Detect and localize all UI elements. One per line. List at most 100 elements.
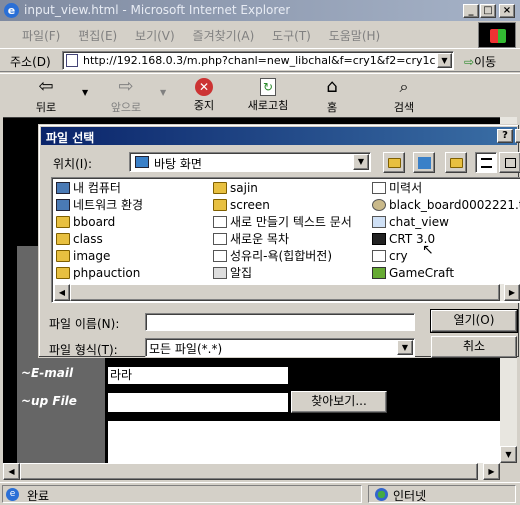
filename-input[interactable] <box>145 313 415 331</box>
cancel-button[interactable]: 취소 <box>431 336 517 358</box>
file-item[interactable]: phpauction <box>56 265 140 282</box>
file-item[interactable]: 미력서 <box>372 180 422 197</box>
status-zone-text: 인터넷 <box>393 489 427 503</box>
file-item[interactable]: 새로 만들기 텍스트 문서 <box>213 214 352 231</box>
menu-tools[interactable]: 도구(T) <box>272 29 311 43</box>
ie-icon: e <box>4 3 19 18</box>
dialog-close-button[interactable]: × <box>515 129 520 143</box>
back-button[interactable]: ⇦ 뒤로 <box>18 78 74 115</box>
address-dropdown-button[interactable]: ▼ <box>437 53 452 68</box>
computer-icon <box>56 182 70 194</box>
upload-input[interactable] <box>108 393 288 412</box>
menu-edit[interactable]: 편집(E) <box>78 29 117 43</box>
forward-arrow-icon: ⇨ <box>118 76 134 97</box>
file-item[interactable]: bboard <box>56 214 115 231</box>
page-done-icon: e <box>6 488 19 501</box>
menu-bar: 파일(F) 편집(E) 보기(V) 즐겨찾기(A) 도구(T) 도움말(H) <box>0 23 478 45</box>
folder-icon <box>213 182 227 194</box>
status-text: 완료 <box>27 489 50 503</box>
home-button[interactable]: ⌂ 홈 <box>304 78 360 115</box>
text-file-icon <box>213 233 227 245</box>
details-view-button[interactable] <box>499 152 520 173</box>
file-item[interactable]: black_board0002221.tar <box>372 197 520 214</box>
details-view-icon <box>505 158 516 168</box>
list-view-button[interactable] <box>475 152 497 173</box>
status-zone: 인터넷 <box>368 485 516 503</box>
file-item[interactable]: 내 컴퓨터 <box>56 180 121 197</box>
title-bar: e input_view.html - Microsoft Internet E… <box>0 0 520 21</box>
file-item[interactable]: GameCraft <box>372 265 454 282</box>
file-item[interactable]: 새로운 목차 <box>213 231 289 248</box>
shortcut-icon <box>213 267 227 279</box>
page-icon <box>66 54 78 67</box>
back-arrow-icon: ⇦ <box>38 76 54 97</box>
filetype-select[interactable]: 모든 파일(*.*) ▼ <box>145 338 415 357</box>
filetype-value: 모든 파일(*.*) <box>149 342 223 356</box>
content-textarea[interactable] <box>108 421 500 464</box>
file-item[interactable]: class <box>56 231 103 248</box>
minimize-button[interactable]: _ <box>463 4 479 18</box>
file-item[interactable]: chat_view <box>372 214 449 231</box>
upload-label: ~up File <box>21 394 77 408</box>
desktop-icon <box>135 156 149 168</box>
menu-help[interactable]: 도움말(H) <box>329 29 381 43</box>
address-input[interactable]: http://192.168.0.3/m.php?chanl=new_libch… <box>62 51 454 70</box>
document-icon <box>372 182 386 194</box>
file-list-hscrollbar[interactable]: ◀ ▶ <box>54 284 520 301</box>
dialog-help-button[interactable]: ? <box>497 129 513 143</box>
file-item[interactable]: 알집 <box>213 265 252 282</box>
browse-button[interactable]: 찾아보기... <box>291 391 387 413</box>
file-list-scroll-left-button[interactable]: ◀ <box>54 284 70 301</box>
file-item[interactable]: 네트워크 환경 <box>56 197 143 214</box>
refresh-button[interactable]: ↻ 새로고침 <box>240 78 296 113</box>
folder-icon <box>213 199 227 211</box>
status-bar: e 완료 인터넷 <box>0 482 520 505</box>
page-scroll-thumb[interactable] <box>20 463 478 480</box>
go-button[interactable]: ⇨이동 <box>464 53 496 70</box>
file-item[interactable]: screen <box>213 197 270 214</box>
search-button[interactable]: ⌕ 검색 <box>376 78 432 115</box>
stop-icon: ✕ <box>195 78 213 96</box>
menu-view[interactable]: 보기(V) <box>135 29 175 43</box>
forward-button[interactable]: ⇨ 앞으로 <box>98 78 154 115</box>
menu-favorites[interactable]: 즐겨찾기(A) <box>193 29 255 43</box>
location-dropdown-button[interactable]: ▼ <box>353 154 369 170</box>
file-list-scroll-thumb[interactable] <box>70 284 500 301</box>
open-button[interactable]: 열기(O) <box>430 309 518 333</box>
new-folder-button[interactable] <box>445 152 467 173</box>
file-dialog: 파일 선택 ? × 위치(I): 바탕 화면 ▼ 내 컴퓨터 네트워크 환경 b… <box>38 124 520 358</box>
location-value: 바탕 화면 <box>154 157 202 171</box>
file-item[interactable]: image <box>56 248 110 265</box>
back-dropdown-icon[interactable]: ▼ <box>82 88 88 97</box>
program-icon <box>372 233 386 245</box>
stop-button[interactable]: ✕ 중지 <box>176 78 232 113</box>
new-folder-icon <box>450 158 463 168</box>
menu-file[interactable]: 파일(F) <box>22 29 60 43</box>
maximize-button[interactable]: □ <box>480 4 496 18</box>
file-list-scroll-right-button[interactable]: ▶ <box>504 284 520 301</box>
file-item[interactable]: cry <box>372 248 408 265</box>
list-view-icon <box>481 158 492 168</box>
forward-dropdown-icon[interactable]: ▼ <box>160 88 166 97</box>
email-label: ~E-mail <box>21 366 74 380</box>
page-scroll-down-button[interactable]: ▼ <box>500 446 517 463</box>
document-icon <box>372 216 386 228</box>
page-scroll-left-button[interactable]: ◀ <box>3 463 20 480</box>
file-item[interactable]: 성유리-욕(힙합버전) <box>213 248 332 265</box>
folder-icon <box>56 250 70 262</box>
page-scroll-right-button[interactable]: ▶ <box>483 463 500 480</box>
file-item[interactable]: sajin <box>213 180 258 197</box>
close-button[interactable]: × <box>499 4 515 18</box>
window-title: input_view.html - Microsoft Internet Exp… <box>24 3 291 17</box>
page-horizontal-scrollbar[interactable]: ◀ ▶ <box>3 463 500 480</box>
filetype-dropdown-button[interactable]: ▼ <box>397 340 413 355</box>
email-input[interactable]: 라라 <box>108 367 288 384</box>
up-folder-button[interactable] <box>383 152 405 173</box>
location-select[interactable]: 바탕 화면 ▼ <box>129 152 371 172</box>
text-file-icon <box>213 216 227 228</box>
folder-icon <box>56 233 70 245</box>
desktop-button[interactable] <box>413 152 435 173</box>
file-list[interactable]: 내 컴퓨터 네트워크 환경 bboard class image phpauct… <box>51 177 520 303</box>
network-icon <box>56 199 70 211</box>
filename-label: 파일 이름(N): <box>49 317 120 331</box>
